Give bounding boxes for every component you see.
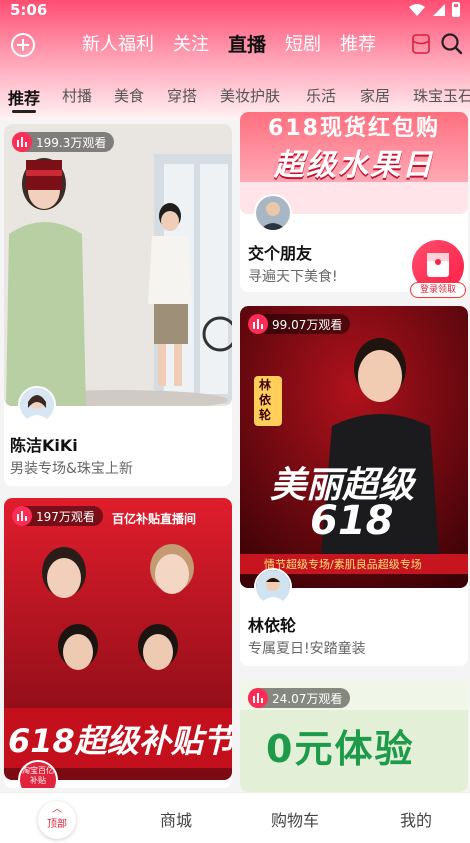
- signal-icon: [433, 3, 445, 16]
- live-cover: 99.07万观看 林依轮 美丽超级 618 情节超级专场/素肌良品超级专场: [240, 306, 468, 588]
- live-bars-icon: [248, 314, 268, 334]
- live-bars-icon: [12, 132, 32, 152]
- anchor-name: 陈洁KiKi: [10, 436, 78, 455]
- chevron-up-icon: ︿: [52, 804, 62, 815]
- tab-follow[interactable]: 关注: [173, 30, 209, 57]
- login-reward-widget[interactable]: 登录领取: [410, 240, 466, 298]
- avatar[interactable]: [254, 568, 292, 606]
- live-cover: 197万观看 百亿补贴直播间 618超级补贴节: [4, 498, 232, 780]
- anchor-subtitle: 专属夏日!安踏童装: [248, 641, 366, 657]
- avatar[interactable]: [254, 194, 292, 232]
- category-item[interactable]: 美食: [114, 85, 144, 106]
- poster-header: 百亿补贴直播间: [112, 512, 197, 526]
- nav-me[interactable]: 我的: [400, 807, 432, 831]
- poster-title: 0元体验: [266, 727, 415, 771]
- banner-text: 618现货红包购: [268, 116, 440, 141]
- tab-recommend[interactable]: 推荐: [340, 30, 376, 57]
- anchor-name: 交个朋友: [248, 244, 313, 263]
- wifi-icon: [409, 3, 425, 16]
- bottom-navigation: ︿ 顶部 商城 购物车 我的: [0, 792, 470, 843]
- live-cover: 24.07万观看 0元体验: [240, 680, 468, 792]
- banner-title: 超级水果日: [274, 148, 434, 183]
- add-icon[interactable]: [10, 32, 36, 58]
- anchor-subtitle: 男装专场&珠宝上新: [10, 461, 133, 477]
- live-cover: 199.3万观看: [4, 124, 232, 406]
- category-item[interactable]: 穿搭: [167, 85, 197, 106]
- anchor-subtitle: 寻遍天下美食!: [248, 269, 338, 285]
- red-packet-icon[interactable]: [412, 34, 430, 54]
- poster-title: 618超级补贴节: [8, 722, 232, 760]
- status-time: 5:06: [10, 1, 48, 19]
- category-item[interactable]: 珠宝玉石: [413, 85, 470, 106]
- poster-name-tag: 林依轮: [259, 378, 272, 422]
- viewer-count-badge: 99.07万观看: [248, 314, 351, 334]
- top-navigation: 新人福利 关注 直播 短剧 推荐: [0, 26, 470, 66]
- viewer-count-badge: 199.3万观看: [12, 132, 115, 152]
- category-item[interactable]: 推荐: [8, 85, 40, 109]
- back-to-top-label: 顶部: [47, 819, 67, 830]
- category-bar: 推荐 村播 美食 穿搭 美妆护肤 乐活 家居 珠宝玉石: [0, 76, 470, 114]
- battery-icon: [452, 2, 460, 17]
- anchor-name: 林依轮: [248, 616, 297, 635]
- category-item[interactable]: 村播: [62, 85, 92, 106]
- nav-tabs: 新人福利 关注 直播 短剧 推荐: [82, 30, 376, 57]
- category-item[interactable]: 家居: [360, 85, 390, 106]
- category-underline: [12, 110, 36, 113]
- nav-cart[interactable]: 购物车: [271, 807, 319, 831]
- poster-strip: 情节超级专场/素肌良品超级专场: [264, 558, 422, 571]
- avatar[interactable]: [18, 386, 56, 424]
- viewer-count: 197万观看: [36, 509, 95, 524]
- gift-label: 登录领取: [410, 282, 466, 298]
- status-bar: 5:06: [0, 0, 470, 24]
- live-card[interactable]: 99.07万观看 林依轮 美丽超级 618 情节超级专场/素肌良品超级专场 林依…: [240, 306, 468, 666]
- live-card[interactable]: 24.07万观看 0元体验: [240, 680, 468, 792]
- tab-live[interactable]: 直播: [228, 30, 266, 57]
- live-card[interactable]: 199.3万观看 陈洁KiKi 男装专场&珠宝上新: [4, 124, 232, 486]
- viewer-count: 99.07万观看: [272, 317, 343, 332]
- viewer-count: 199.3万观看: [36, 135, 107, 150]
- live-bars-icon: [248, 688, 268, 708]
- category-item[interactable]: 美妆护肤: [220, 85, 280, 106]
- back-to-top-button[interactable]: ︿ 顶部: [38, 801, 76, 839]
- status-icons: [408, 2, 460, 17]
- viewer-count-badge: 24.07万观看: [248, 688, 351, 708]
- viewer-count-badge: 197万观看: [12, 506, 103, 526]
- nav-mall[interactable]: 商城: [160, 807, 192, 831]
- tab-new-user[interactable]: 新人福利: [82, 30, 154, 57]
- category-item[interactable]: 乐活: [306, 85, 336, 106]
- live-bars-icon: [12, 506, 32, 526]
- subsidy-badge-text: 淘宝百亿补贴: [22, 766, 54, 785]
- viewer-count: 24.07万观看: [272, 691, 343, 706]
- tab-short-drama[interactable]: 短剧: [285, 30, 321, 57]
- poster-title-618: 618: [310, 498, 394, 544]
- search-icon[interactable]: [440, 32, 464, 56]
- live-card[interactable]: 197万观看 百亿补贴直播间 618超级补贴节 淘宝百亿补贴: [4, 498, 232, 788]
